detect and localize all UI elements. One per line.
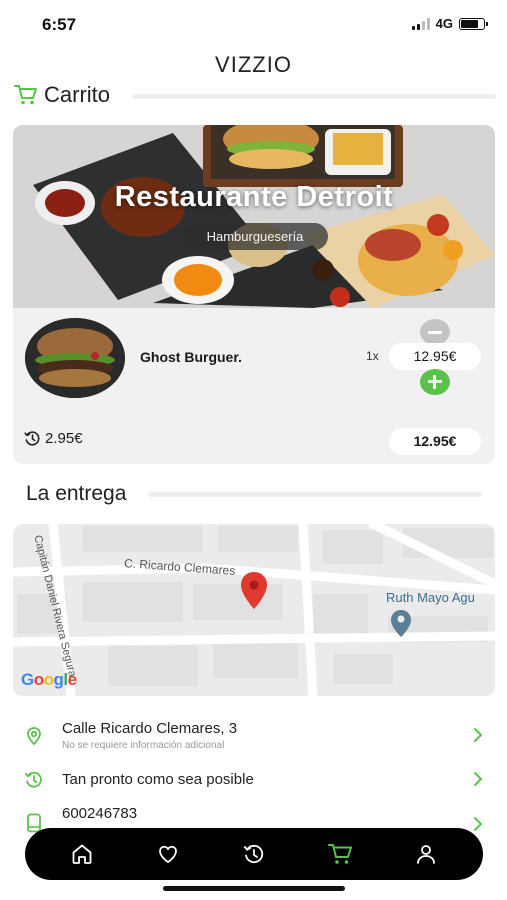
delivery-time-icon xyxy=(24,431,40,446)
chevron-right-icon xyxy=(474,772,482,786)
cart-icon xyxy=(14,85,37,105)
delivery-map[interactable]: C. Ricardo Clemares Capitán Daniel River… xyxy=(13,524,495,696)
restaurant-category: Hamburguesería xyxy=(182,223,328,250)
delivery-time-row[interactable]: Tan pronto como sea posible xyxy=(20,762,488,798)
divider xyxy=(148,491,482,497)
decrease-quantity-button[interactable] xyxy=(420,319,450,345)
address-note: No se requiere información adicional xyxy=(62,740,225,751)
home-indicator xyxy=(163,886,345,891)
signal-icon xyxy=(411,17,430,30)
divider xyxy=(132,93,496,99)
chevron-right-icon xyxy=(474,728,482,742)
item-price: 12.95€ xyxy=(389,343,481,370)
item-quantity: 1x xyxy=(366,349,379,363)
phone-text: 600246783 xyxy=(62,805,138,822)
increase-quantity-button[interactable] xyxy=(420,369,450,395)
nav-cart[interactable] xyxy=(320,834,360,874)
item-name: Ghost Burguer. xyxy=(140,349,242,365)
clock-icon xyxy=(24,771,42,788)
order-card: Restaurante Detroit Hamburguesería Ghost… xyxy=(13,125,495,464)
google-logo: Google xyxy=(21,670,77,689)
total-price: 12.95€ xyxy=(389,428,481,455)
nav-history[interactable] xyxy=(234,834,274,874)
bottom-nav xyxy=(25,828,483,880)
restaurant-photo xyxy=(13,125,495,308)
nav-favorites[interactable] xyxy=(148,834,188,874)
item-photo xyxy=(25,318,125,398)
status-time: 6:57 xyxy=(42,15,77,34)
cart-icon xyxy=(328,844,352,864)
address-text: Calle Ricardo Clemares, 3 xyxy=(62,720,238,737)
delivery-time-text: Tan pronto como sea posible xyxy=(62,771,254,788)
network-type: 4G xyxy=(435,16,453,31)
heart-icon xyxy=(159,845,177,863)
location-icon xyxy=(27,727,41,746)
delivery-heading: La entrega xyxy=(26,482,482,506)
nav-profile[interactable] xyxy=(406,834,446,874)
history-icon xyxy=(243,844,264,864)
battery-icon xyxy=(459,17,488,30)
restaurant-banner[interactable]: Restaurante Detroit Hamburguesería xyxy=(13,125,495,308)
user-icon xyxy=(417,845,435,864)
address-row[interactable]: Calle Ricardo Clemares, 3 No se requiere… xyxy=(20,718,488,754)
cart-title: Carrito xyxy=(44,82,111,107)
delivery-title: La entrega xyxy=(26,482,127,505)
home-icon xyxy=(72,844,92,864)
app-title: VIZZIO xyxy=(215,52,292,77)
delivery-fee-amount: 2.95€ xyxy=(45,430,83,447)
status-bar: 6:57 4G xyxy=(0,0,507,44)
restaurant-name: Restaurante Detroit xyxy=(114,181,394,213)
nav-home[interactable] xyxy=(62,834,102,874)
chevron-right-icon xyxy=(474,817,482,831)
status-indicators: 4G xyxy=(411,16,488,31)
map-place-label: Ruth Mayo Agu xyxy=(386,590,475,605)
cart-heading: Carrito xyxy=(14,82,496,108)
delivery-fee: 2.95€ xyxy=(24,430,83,447)
